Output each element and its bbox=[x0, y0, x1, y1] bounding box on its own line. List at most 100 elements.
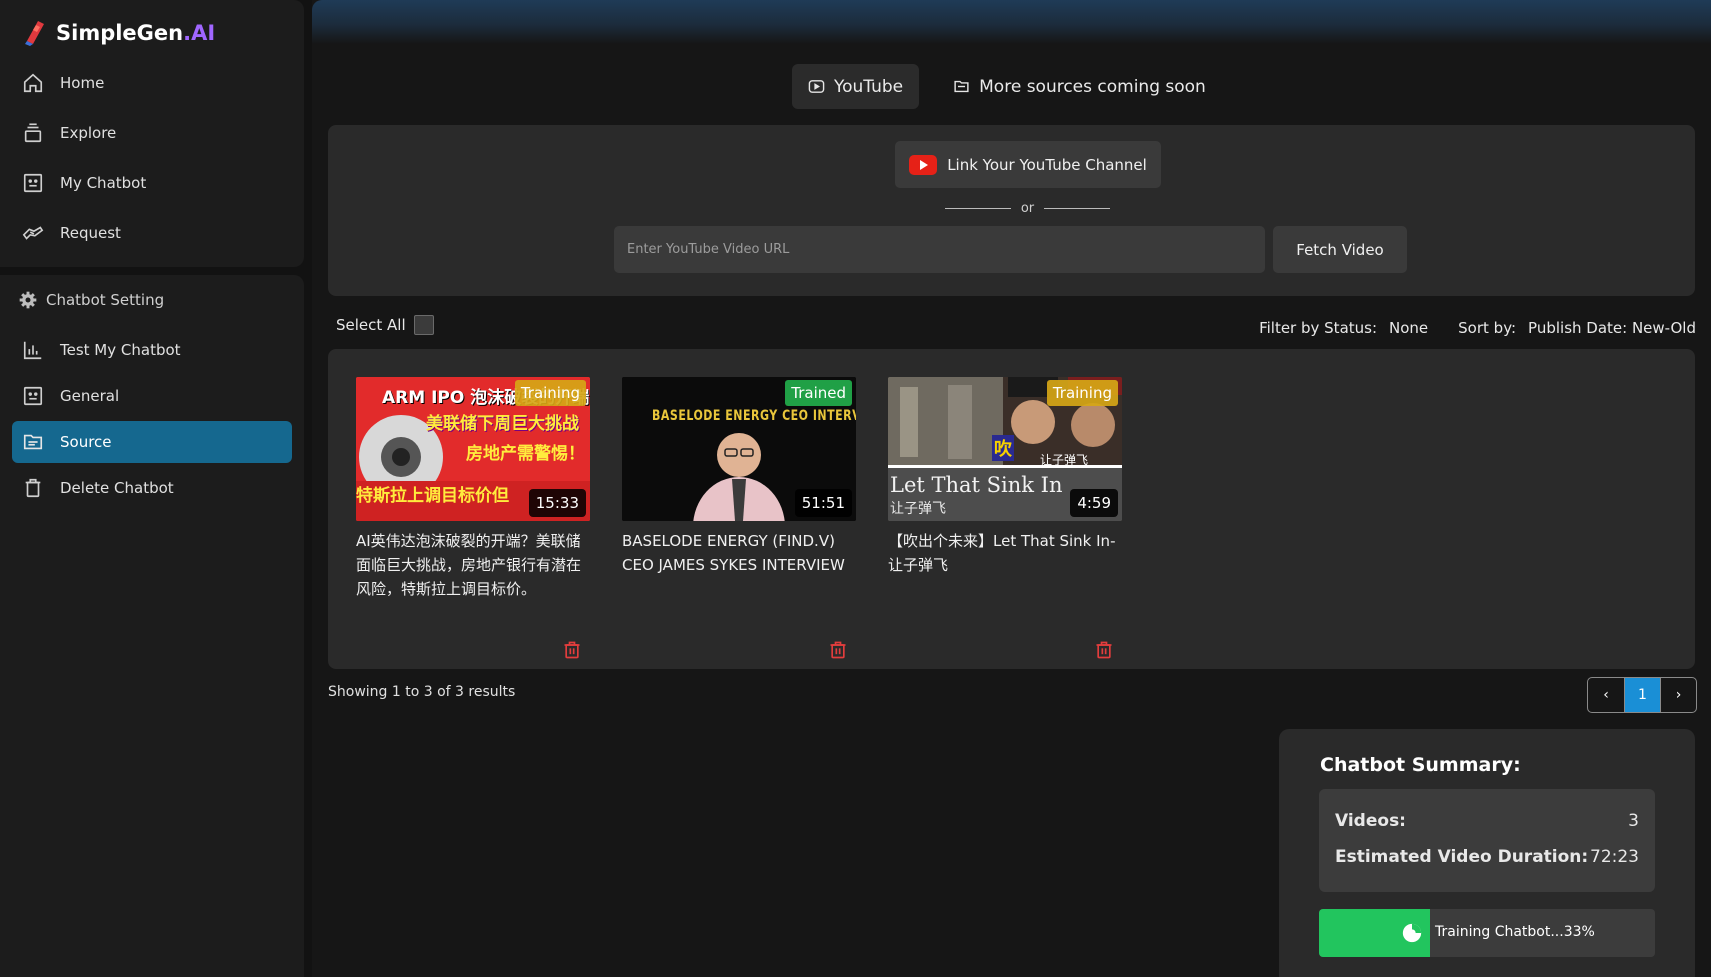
video-card[interactable]: 吹 让子弹飞 Let That Sink In 让子弹飞 Training 4:… bbox=[888, 377, 1122, 659]
folder-icon bbox=[23, 434, 43, 450]
select-all-checkbox[interactable] bbox=[413, 315, 434, 335]
sort-label: Sort by: bbox=[1458, 319, 1517, 337]
chatbot-summary: Chatbot Summary: Videos: 3 Estimated Vid… bbox=[1279, 729, 1695, 977]
sidebar-main: SimpleGen.AI Home Explore My Chatbot Req… bbox=[0, 0, 304, 267]
video-title: BASELODE ENERGY (FIND.V) CEO JAMES SYKES… bbox=[622, 532, 845, 574]
nav-general-label: General bbox=[60, 387, 120, 405]
nav-test-my-chatbot[interactable]: Test My Chatbot bbox=[12, 329, 292, 371]
prev-page-button[interactable]: ‹ bbox=[1588, 678, 1624, 712]
filter-status-select[interactable]: None bbox=[1389, 319, 1428, 337]
nav-home[interactable]: Home bbox=[12, 62, 292, 104]
select-all: Select All bbox=[336, 315, 434, 335]
thumb-text-1: Let That Sink In bbox=[890, 473, 1063, 497]
duration-label: Estimated Video Duration: bbox=[1335, 847, 1589, 867]
tab-more-sources[interactable]: More sources coming soon bbox=[937, 64, 1222, 109]
video-duration: 4:59 bbox=[1070, 489, 1118, 517]
training-progress-bar: Training Chatbot...33% bbox=[1319, 909, 1655, 957]
spinner-icon bbox=[1402, 923, 1422, 943]
nav-my-chatbot[interactable]: My Chatbot bbox=[12, 162, 292, 204]
link-youtube-channel-label: Link Your YouTube Channel bbox=[947, 155, 1147, 174]
logo-icon bbox=[25, 21, 44, 46]
nav-test-my-chatbot-label: Test My Chatbot bbox=[60, 341, 181, 359]
video-thumbnail[interactable]: ARM IPO 泡沫破裂的开端 美联储下周巨大挑战 房地产需警惕！ 特斯拉上调目… bbox=[356, 377, 590, 521]
bot-icon bbox=[23, 173, 43, 193]
nav-explore-label: Explore bbox=[60, 124, 117, 142]
delete-video-trash-icon[interactable] bbox=[828, 639, 848, 661]
summary-videos-row: Videos: 3 bbox=[1335, 803, 1639, 839]
nav-home-label: Home bbox=[60, 74, 105, 92]
source-tabs: YouTube More sources coming soon bbox=[792, 64, 1222, 109]
folder-icon bbox=[954, 80, 969, 93]
nav-request[interactable]: Request bbox=[12, 212, 292, 254]
video-title: 【吹出个未来】Let That Sink In-让子弹飞 bbox=[888, 532, 1116, 574]
nav-source[interactable]: Source bbox=[12, 421, 292, 463]
handshake-icon bbox=[22, 226, 44, 240]
nav-my-chatbot-label: My Chatbot bbox=[60, 174, 147, 192]
nav-delete-chatbot-label: Delete Chatbot bbox=[60, 479, 174, 497]
or-divider: or bbox=[945, 201, 1110, 216]
main-header-gradient bbox=[312, 0, 1711, 44]
video-duration: 15:33 bbox=[528, 489, 586, 517]
thumb-text-2: 美联储下周巨大挑战 bbox=[426, 414, 579, 434]
page-1-button[interactable]: 1 bbox=[1624, 678, 1660, 712]
summary-duration-row: Estimated Video Duration: 72:23 bbox=[1335, 839, 1639, 875]
next-page-button[interactable]: › bbox=[1660, 678, 1696, 712]
thumb-text-1: BASELODE ENERGY CEO INTERVIEWS bbox=[652, 407, 856, 424]
delete-video-trash-icon[interactable] bbox=[562, 639, 582, 661]
filter-label: Filter by Status: bbox=[1259, 319, 1378, 337]
video-toolbar: Select All Filter by Status: None Sort b… bbox=[336, 313, 1696, 343]
chatbot-setting-label: Chatbot Setting bbox=[46, 291, 165, 309]
videos-label: Videos: bbox=[1335, 811, 1406, 831]
gear-icon bbox=[19, 291, 37, 309]
chart-icon bbox=[23, 341, 42, 360]
status-badge: Training bbox=[1046, 380, 1118, 406]
status-badge: Trained bbox=[785, 380, 852, 406]
delete-video-trash-icon[interactable] bbox=[1094, 639, 1114, 661]
filter-sort: Filter by Status: None Sort by: Publish … bbox=[1259, 319, 1696, 337]
home-icon bbox=[23, 73, 43, 93]
video-duration: 51:51 bbox=[794, 489, 852, 517]
trash-icon bbox=[25, 478, 41, 498]
select-all-label: Select All bbox=[336, 316, 406, 334]
tab-youtube-label: YouTube bbox=[834, 76, 904, 97]
sort-select[interactable]: Publish Date: New-Old bbox=[1528, 319, 1696, 337]
or-text: or bbox=[1020, 201, 1035, 216]
play-icon bbox=[808, 80, 825, 93]
video-card[interactable]: BASELODE ENERGY CEO INTERVIEWS Trained 5… bbox=[622, 377, 856, 659]
duration-value: 72:23 bbox=[1590, 847, 1639, 867]
link-panel: Link Your YouTube Channel or Fetch Video bbox=[328, 125, 1695, 296]
video-card[interactable]: ARM IPO 泡沫破裂的开端 美联储下周巨大挑战 房地产需警惕！ 特斯拉上调目… bbox=[356, 377, 590, 659]
videos-panel: ARM IPO 泡沫破裂的开端 美联储下周巨大挑战 房地产需警惕！ 特斯拉上调目… bbox=[328, 349, 1695, 669]
training-progress-text: Training Chatbot...33% bbox=[1435, 924, 1595, 940]
videos-value: 3 bbox=[1628, 811, 1639, 831]
bot-icon bbox=[23, 386, 43, 406]
summary-title: Chatbot Summary: bbox=[1320, 754, 1521, 776]
app-name-suffix: .AI bbox=[183, 21, 216, 45]
layers-icon bbox=[24, 123, 42, 143]
thumb-text-4: 让子弹飞 bbox=[1040, 453, 1089, 467]
pagination: ‹ 1 › bbox=[1587, 677, 1697, 713]
chatbot-setting-heading: Chatbot Setting bbox=[18, 290, 164, 310]
status-badge: Training bbox=[514, 380, 586, 406]
app-logo[interactable]: SimpleGen.AI bbox=[24, 20, 215, 46]
thumb-text-3: 房地产需警惕！ bbox=[466, 444, 585, 464]
youtube-logo-icon bbox=[909, 154, 938, 175]
video-title: AI英伟达泡沫破裂的开端？美联储面临巨大挑战，房地产银行有潜在风险，特斯拉上调目… bbox=[356, 532, 582, 598]
link-youtube-channel-button[interactable]: Link Your YouTube Channel bbox=[895, 141, 1161, 188]
nav-delete-chatbot[interactable]: Delete Chatbot bbox=[12, 467, 292, 509]
nav-general[interactable]: General bbox=[12, 375, 292, 417]
app-name: SimpleGen bbox=[56, 21, 184, 45]
thumb-text-4: 特斯拉上调目标价但 bbox=[356, 486, 509, 506]
thumb-text-3: 吹 bbox=[992, 435, 1014, 461]
tab-youtube[interactable]: YouTube bbox=[792, 64, 920, 109]
fetch-video-button[interactable]: Fetch Video bbox=[1273, 226, 1407, 273]
video-thumbnail[interactable]: BASELODE ENERGY CEO INTERVIEWS Trained 5… bbox=[622, 377, 856, 521]
results-count: Showing 1 to 3 of 3 results bbox=[328, 684, 516, 700]
main-content: YouTube More sources coming soon Link Yo… bbox=[312, 0, 1711, 977]
youtube-url-input[interactable] bbox=[614, 226, 1265, 273]
summary-stats: Videos: 3 Estimated Video Duration: 72:2… bbox=[1319, 789, 1655, 892]
nav-explore[interactable]: Explore bbox=[12, 112, 292, 154]
nav-source-label: Source bbox=[60, 433, 112, 451]
video-thumbnail[interactable]: 吹 让子弹飞 Let That Sink In 让子弹飞 Training 4:… bbox=[888, 377, 1122, 521]
thumb-text-2: 让子弹飞 bbox=[890, 501, 946, 517]
